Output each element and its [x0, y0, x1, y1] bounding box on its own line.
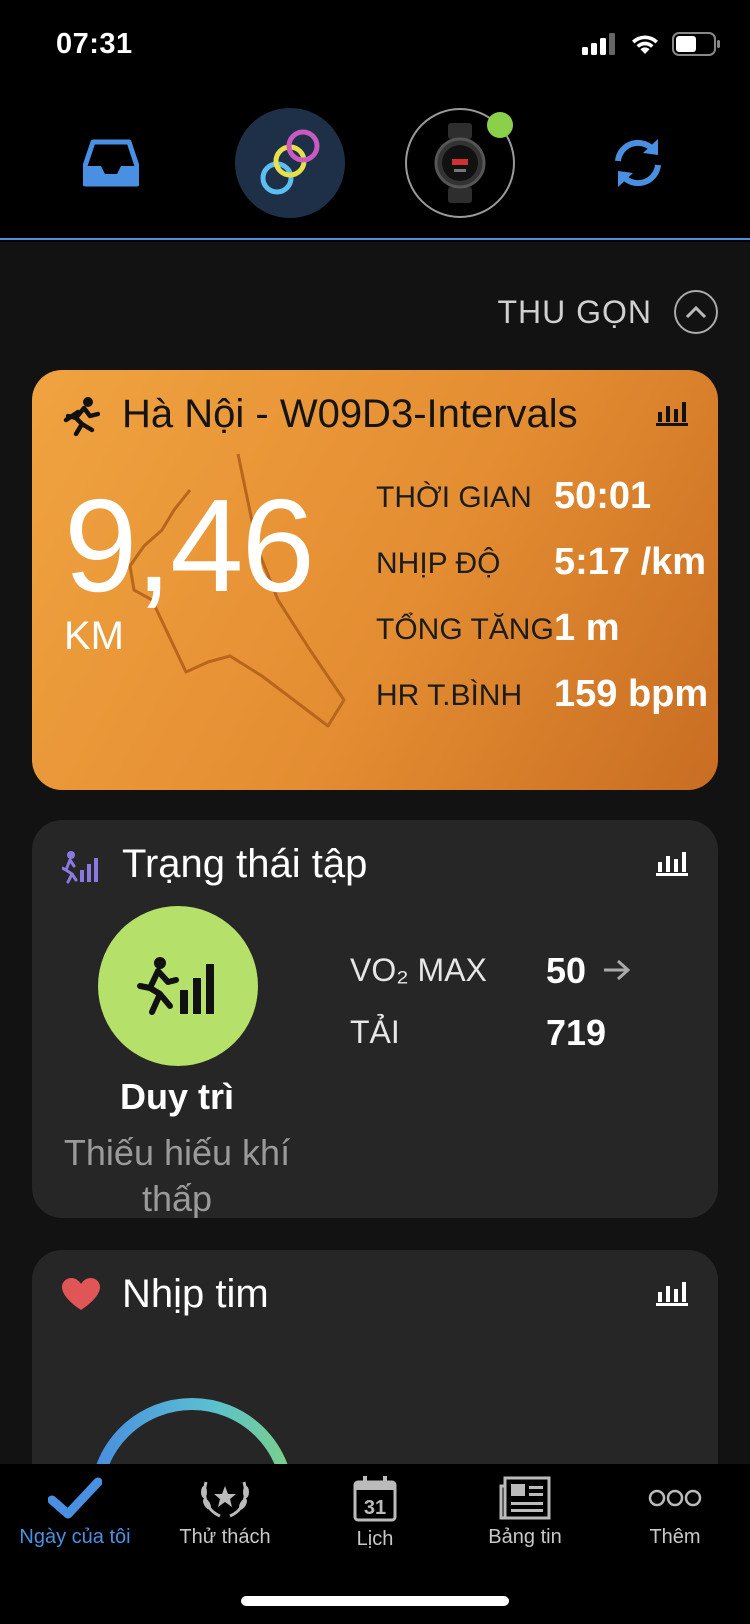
nav-my-day[interactable]: Ngày của tôi — [0, 1476, 150, 1549]
heart-icon — [62, 1278, 100, 1310]
checkmark-icon — [48, 1477, 102, 1519]
running-icon — [63, 397, 100, 436]
calendar-icon: 31 — [353, 1476, 397, 1522]
nav-newsfeed[interactable]: Bảng tin — [450, 1476, 600, 1549]
chart-icon[interactable] — [656, 850, 688, 876]
top-bar — [0, 90, 750, 240]
battery-icon — [672, 32, 720, 56]
sync-button[interactable] — [583, 108, 693, 218]
laurel-icon — [201, 1481, 249, 1518]
training-status-title: Trạng thái tập — [122, 842, 368, 886]
device-connected-indicator — [487, 112, 513, 138]
stat-value: 50:01 — [554, 475, 652, 517]
nav-label: Thử thách — [179, 1526, 271, 1548]
signal-icon — [582, 33, 615, 55]
activity-card[interactable]: Hà Nội - W09D3-Intervals 9,46 KM THỜI GI… — [32, 370, 718, 790]
nav-label: Lịch — [356, 1528, 394, 1550]
nav-challenges[interactable]: Thử thách — [150, 1476, 300, 1549]
heart-rate-title: Nhịp tim — [122, 1272, 269, 1316]
collapse-label: THU GỌN — [497, 293, 652, 330]
svg-text:31: 31 — [364, 1497, 386, 1519]
status-description: Thiếu hiếu khí thấp — [63, 1132, 291, 1218]
status-time: 07:31 — [56, 28, 133, 60]
vo2max-label: VO₂ MAX — [350, 952, 487, 988]
status-name: Duy trì — [119, 1076, 234, 1117]
stat-label: THỜI GIAN — [376, 481, 532, 514]
training-status-icon — [62, 851, 98, 884]
activity-title: Hà Nội - W09D3-Intervals — [122, 392, 578, 436]
connect-iq-button[interactable] — [235, 108, 345, 218]
stat-label: NHỊP ĐỘ — [376, 547, 501, 580]
collapse-toggle[interactable]: THU GỌN — [497, 290, 718, 334]
stat-value: 5:17 /km — [554, 541, 707, 583]
main-content: THU GỌN Hà Nội - W09D3-Intervals 9,46 KM… — [0, 242, 750, 1464]
status-icons — [582, 32, 722, 56]
maintaining-icon — [137, 957, 214, 1015]
stat-label: HR T.BÌNH — [376, 679, 523, 712]
load-value: 719 — [546, 1012, 607, 1053]
wifi-icon — [632, 35, 658, 54]
training-status-card[interactable]: Trạng thái tập Duy trì Thiếu hiếu khí th… — [32, 820, 718, 1218]
distance-unit: KM — [64, 614, 124, 658]
status-indicator — [98, 906, 258, 1066]
heart-rate-gauge — [96, 1398, 288, 1464]
distance-value: 9,46 — [64, 472, 315, 619]
heart-rate-card[interactable]: Nhịp tim — [32, 1250, 718, 1464]
nav-label: Thêm — [649, 1526, 701, 1548]
stat-value: 1 m — [554, 607, 620, 649]
nav-label: Ngày của tôi — [19, 1526, 131, 1548]
chevron-up-icon — [674, 290, 718, 334]
stat-value: 159 bpm — [554, 673, 709, 715]
arrow-right-icon — [604, 959, 631, 981]
load-label: TẢI — [350, 1014, 400, 1050]
nav-more[interactable]: Thêm — [600, 1476, 750, 1549]
chart-icon[interactable] — [656, 1280, 688, 1306]
watch-button[interactable] — [405, 108, 515, 218]
chart-icon[interactable] — [656, 400, 688, 426]
home-indicator[interactable] — [241, 1596, 509, 1606]
watch-icon — [434, 123, 486, 203]
connect-iq-icon — [260, 129, 320, 195]
status-bar: 07:31 — [0, 0, 750, 90]
nav-calendar[interactable]: 31 Lịch — [300, 1476, 450, 1551]
inbox-button[interactable] — [56, 108, 166, 218]
inbox-icon — [83, 139, 139, 187]
newsfeed-icon — [499, 1476, 551, 1520]
vo2max-value: 50 — [546, 950, 587, 991]
sync-icon — [615, 139, 661, 187]
nav-label: Bảng tin — [488, 1526, 562, 1548]
more-icon — [648, 1489, 702, 1507]
stat-label: TỔNG TĂNG — [376, 613, 554, 646]
